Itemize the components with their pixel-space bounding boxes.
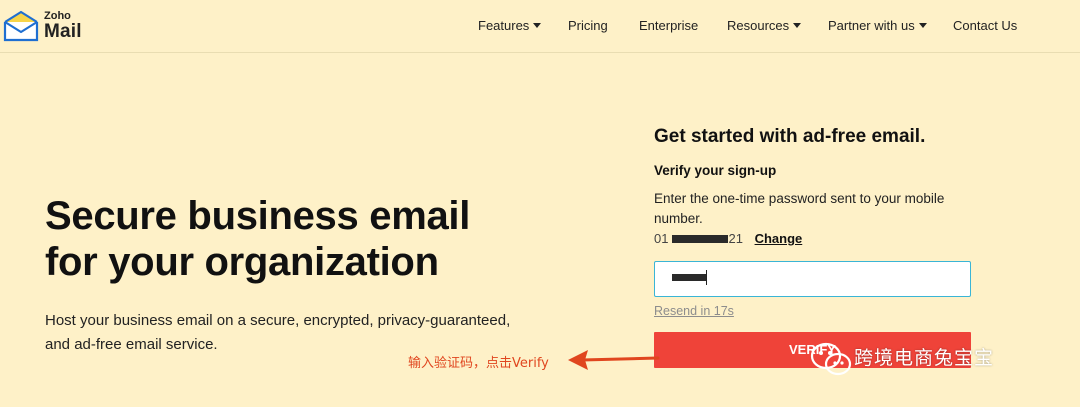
chevron-down-icon (533, 23, 542, 29)
text-cursor (706, 270, 707, 285)
chevron-down-icon (918, 23, 927, 29)
nav-partner[interactable]: Partner with us (828, 18, 927, 33)
watermark-text: 跨境电商兔宝宝 (854, 347, 995, 369)
nav-contact-label: Contact Us (953, 18, 1018, 33)
redaction-bar (672, 235, 728, 243)
hero-description: Host your business email on a secure, en… (45, 309, 545, 357)
verify-heading: Verify your sign-up (654, 163, 777, 178)
change-number-link[interactable]: Change (755, 231, 803, 246)
hero-description-line1: Host your business email on a secure, en… (45, 312, 511, 329)
nav-resources-label: Resources (727, 18, 790, 33)
phone-suffix: 21 (728, 231, 743, 246)
nav-features[interactable]: Features (478, 18, 542, 33)
nav-partner-label: Partner with us (828, 18, 915, 33)
hero-description-line2: and ad-free email service. (45, 336, 218, 353)
signup-title: Get started with ad-free email. (654, 126, 926, 147)
site-header: Zoho Mail Features Pricing Enterprise Re… (0, 0, 1080, 52)
verify-instructions: Enter the one-time password sent to your… (654, 191, 945, 226)
hero-title-line1: Secure business email (45, 194, 471, 238)
nav-enterprise[interactable]: Enterprise (639, 18, 698, 33)
zoho-mail-logo[interactable]: Zoho Mail (2, 8, 92, 44)
otp-redaction-bar (672, 274, 706, 281)
resend-otp-link[interactable]: Resend in 17s (654, 304, 734, 318)
nav-pricing[interactable]: Pricing (568, 18, 608, 33)
mail-envelope-icon (3, 10, 39, 42)
nav-enterprise-label: Enterprise (639, 18, 699, 33)
chevron-down-icon (793, 23, 802, 29)
annotation-text: 输入验证码，点击Verify (408, 356, 549, 371)
nav-contact[interactable]: Contact Us (953, 18, 1017, 33)
logo-mail-text: Mail (44, 21, 82, 42)
phone-row: 01 21 Change (654, 231, 802, 246)
annotation-arrow-icon (568, 350, 660, 370)
nav-features-label: Features (478, 18, 530, 33)
hero-title-line2: for your organization (45, 240, 439, 284)
hero-title: Secure business email for your organizat… (45, 193, 565, 285)
nav-pricing-label: Pricing (568, 18, 608, 33)
nav-resources[interactable]: Resources (727, 18, 802, 33)
header-divider (0, 52, 1080, 53)
wechat-icon (810, 342, 852, 376)
masked-phone-number: 01 21 (654, 231, 747, 246)
phone-prefix: 01 (654, 231, 669, 246)
